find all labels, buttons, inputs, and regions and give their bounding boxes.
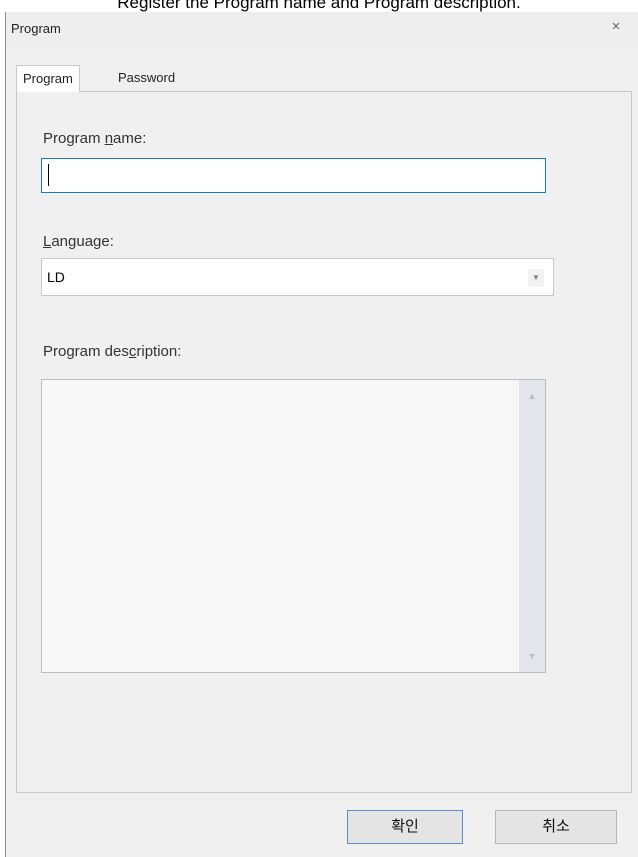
program-dialog: Program × Program Password Program name:…: [5, 12, 638, 857]
dialog-title: Program: [11, 21, 61, 36]
language-selected-value: LD: [47, 269, 65, 285]
chevron-down-icon[interactable]: ▼: [528, 269, 544, 287]
language-label: Language:: [43, 233, 114, 250]
scroll-up-icon[interactable]: ▲: [519, 386, 545, 406]
tab-password[interactable]: Password: [112, 65, 181, 91]
program-name-label: Program name:: [43, 130, 147, 147]
program-name-input[interactable]: [41, 158, 546, 193]
program-description-textarea[interactable]: ▲ ▼: [41, 379, 546, 673]
dialog-titlebar: Program ×: [6, 12, 638, 48]
language-select[interactable]: LD ▼: [41, 258, 554, 296]
instruction-caption: Register the Program name and Program de…: [117, 0, 521, 12]
description-scrollbar[interactable]: ▲ ▼: [519, 380, 545, 672]
tab-program[interactable]: Program: [16, 65, 80, 92]
close-icon[interactable]: ×: [608, 18, 624, 36]
program-tab-panel: Program name: Language: LD ▼ Program des…: [16, 91, 632, 793]
scroll-down-icon[interactable]: ▼: [519, 646, 545, 666]
program-description-label: Program description:: [43, 343, 182, 360]
text-caret: [48, 164, 49, 186]
ok-button[interactable]: 확인: [347, 810, 463, 844]
cancel-button[interactable]: 취소: [495, 810, 617, 844]
